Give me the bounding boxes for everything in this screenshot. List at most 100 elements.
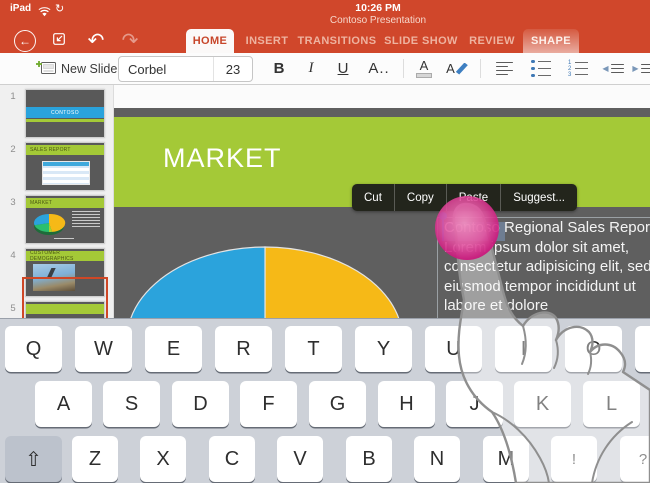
slide-number: 3 xyxy=(6,197,20,208)
menu-item-cut[interactable]: Cut xyxy=(352,184,394,211)
numbered-list-icon: 1 2 3 xyxy=(568,60,588,77)
thumb3-text-block xyxy=(72,211,100,227)
back-button[interactable]: ← xyxy=(13,29,37,53)
new-slide-label[interactable]: New Slide xyxy=(61,62,117,76)
key-c[interactable]: C xyxy=(209,436,255,482)
indent-icon: ▶ xyxy=(632,65,638,73)
outdent-icon: ◀ xyxy=(602,65,608,73)
numbering-button[interactable]: 1 2 3 xyxy=(565,58,591,79)
thumb4-title: CUSTOMER DEMOGRAPHICS xyxy=(26,251,104,261)
align-button[interactable] xyxy=(492,58,516,79)
outdent-button[interactable]: ◀ xyxy=(601,58,625,79)
pen-icon xyxy=(456,63,468,75)
key-t[interactable]: T xyxy=(285,326,342,372)
new-slide-button[interactable] xyxy=(36,60,57,82)
key-e[interactable]: E xyxy=(145,326,202,372)
toolbar-divider xyxy=(480,59,481,78)
formatting-toolbar: New Slide Corbel 23 B I U A.. A A xyxy=(0,53,650,85)
bullet-list-icon xyxy=(531,59,550,78)
thumb3-title: MARKET xyxy=(26,198,104,208)
key-s[interactable]: S xyxy=(103,381,160,427)
thumb3-caption xyxy=(54,238,74,240)
key-w[interactable]: W xyxy=(75,326,132,372)
slide-thumbnail-3[interactable]: MARKET xyxy=(25,195,105,244)
thumb2-table xyxy=(42,161,90,185)
top-bar: iPad ↻ 10:26 PM Contoso Presentation ← ↶… xyxy=(0,0,650,53)
key-u[interactable]: U xyxy=(425,326,482,372)
thumb3-pie xyxy=(30,210,70,238)
undo-icon: ↶ xyxy=(88,31,105,51)
key-k[interactable]: K xyxy=(514,381,571,427)
key-f[interactable]: F xyxy=(240,381,297,427)
key-y[interactable]: Y xyxy=(355,326,412,372)
key-j[interactable]: J xyxy=(446,381,503,427)
touch-indicator xyxy=(435,196,499,260)
slide-thumbnail-2[interactable]: SALES REPORT xyxy=(25,142,105,191)
device-label: iPad xyxy=(10,3,31,14)
undo-button[interactable]: ↶ xyxy=(84,29,108,53)
font-size-field[interactable]: 23 xyxy=(213,57,252,81)
thumb1-title-band: CONTOSO xyxy=(26,107,104,118)
key-d[interactable]: D xyxy=(172,381,229,427)
redo-icon: ↷ xyxy=(122,31,139,51)
align-left-icon xyxy=(496,62,513,76)
sync-icon: ↻ xyxy=(55,2,64,15)
toolbar-divider xyxy=(403,59,404,78)
key-q[interactable]: Q xyxy=(5,326,62,372)
key-h[interactable]: H xyxy=(378,381,435,427)
tab-review[interactable]: REVIEW xyxy=(466,29,518,53)
underline-button[interactable]: U xyxy=(333,58,353,79)
italic-button[interactable]: I xyxy=(302,58,320,79)
key-exclamation[interactable]: ! xyxy=(551,436,597,482)
tab-shape[interactable]: SHAPE xyxy=(523,29,579,53)
tab-transitions[interactable]: TRANSITIONS xyxy=(298,29,376,53)
textbox-line: eiusmod tempor incididunt ut xyxy=(438,277,650,297)
slide-title[interactable]: MARKET xyxy=(163,143,282,174)
slide-thumbnail-1[interactable]: CONTOSO xyxy=(25,89,105,138)
key-l[interactable]: L xyxy=(583,381,640,427)
slide-number: 1 xyxy=(6,91,20,102)
slide-number: 2 xyxy=(6,144,20,155)
font-effects-button[interactable]: A xyxy=(444,58,470,79)
more-formatting-button[interactable]: A.. xyxy=(366,58,392,79)
key-i[interactable]: I xyxy=(495,326,552,372)
key-question[interactable]: ? xyxy=(620,436,650,482)
key-o[interactable]: O xyxy=(565,326,622,372)
key-p[interactable]: P xyxy=(635,326,650,372)
font-name-field[interactable]: Corbel xyxy=(119,62,213,77)
back-icon: ← xyxy=(14,30,36,52)
tab-slide-show[interactable]: SLIDE SHOW xyxy=(384,29,458,53)
menu-item-suggest[interactable]: Suggest... xyxy=(501,184,577,211)
document-title: Contoso Presentation xyxy=(268,15,488,26)
bold-button[interactable]: B xyxy=(269,58,289,79)
new-slide-icon xyxy=(36,64,57,81)
share-icon xyxy=(51,31,67,52)
tab-home[interactable]: HOME xyxy=(186,29,234,53)
app-window: iPad ↻ 10:26 PM Contoso Presentation ← ↶… xyxy=(0,0,650,483)
key-b[interactable]: B xyxy=(346,436,392,482)
tab-insert[interactable]: INSERT xyxy=(242,29,292,53)
share-button[interactable] xyxy=(47,29,71,53)
font-color-bar xyxy=(416,73,432,78)
shift-key[interactable]: ⇧ xyxy=(5,436,62,482)
key-z[interactable]: Z xyxy=(72,436,118,482)
indent-button[interactable]: ▶ xyxy=(631,58,650,79)
textbox-line: consectetur adipisicing elit, sed do xyxy=(438,257,650,277)
key-x[interactable]: X xyxy=(140,436,186,482)
clock: 10:26 PM xyxy=(308,2,448,14)
key-m[interactable]: M xyxy=(483,436,529,482)
slide-thumbnail-panel: 1 CONTOSO 2 SALES REPORT 3 MARKET xyxy=(0,84,114,318)
shift-icon: ⇧ xyxy=(25,447,42,472)
key-g[interactable]: G xyxy=(309,381,366,427)
redo-button[interactable]: ↷ xyxy=(118,29,142,53)
key-r[interactable]: R xyxy=(215,326,272,372)
font-color-button[interactable]: A xyxy=(413,58,435,79)
key-a[interactable]: A xyxy=(35,381,92,427)
slide-number: 5 xyxy=(6,303,20,314)
bullets-button[interactable] xyxy=(528,58,554,79)
menu-item-copy[interactable]: Copy xyxy=(395,184,446,211)
key-n[interactable]: N xyxy=(414,436,460,482)
font-selector: Corbel 23 xyxy=(118,56,253,82)
textbox-line: labore et dolore xyxy=(438,296,650,316)
key-v[interactable]: V xyxy=(277,436,323,482)
